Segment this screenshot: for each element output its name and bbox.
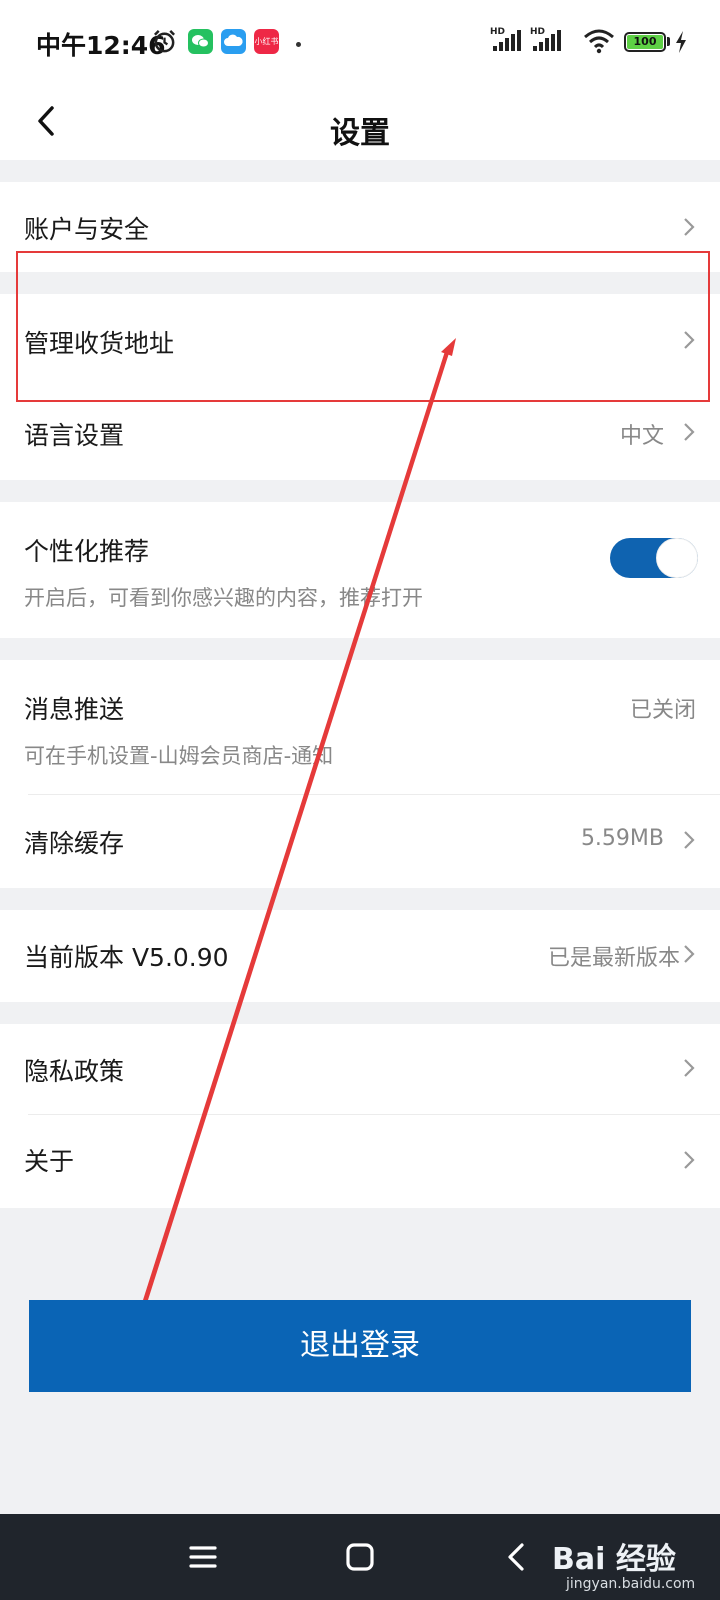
language-value: 中文 bbox=[619, 424, 664, 449]
wifi-icon bbox=[584, 29, 614, 54]
alarm-icon bbox=[154, 30, 175, 53]
signal-icon: HD bbox=[490, 27, 524, 55]
home-icon[interactable] bbox=[343, 1540, 377, 1574]
chevron-right-icon bbox=[684, 831, 695, 849]
chevron-right-icon bbox=[684, 1151, 695, 1169]
divider bbox=[28, 794, 720, 795]
battery-cap bbox=[667, 37, 670, 46]
battery-icon: 100 bbox=[624, 32, 666, 52]
personalized-toggle[interactable] bbox=[610, 538, 698, 578]
account-security-label: 账户与安全 bbox=[24, 215, 150, 244]
chevron-right-icon bbox=[684, 1059, 695, 1077]
chevron-right-icon bbox=[684, 218, 695, 236]
privacy-row[interactable]: 隐私政策 bbox=[0, 1024, 720, 1114]
personalized-description: 开启后，可看到你感兴趣的内容，推荐打开 bbox=[24, 586, 423, 610]
about-label: 关于 bbox=[24, 1147, 75, 1176]
cloud-app-icon bbox=[221, 29, 246, 54]
notifications-value: 已关闭 bbox=[629, 698, 696, 723]
version-row[interactable]: 当前版本 V5.0.90 已是最新版本 bbox=[0, 910, 720, 1002]
notifications-row[interactable]: 消息推送 已关闭 可在手机设置-山姆会员商店-通知 bbox=[0, 660, 720, 794]
language-label: 语言设置 bbox=[24, 421, 125, 450]
toggle-knob bbox=[656, 538, 698, 578]
charging-icon bbox=[676, 31, 686, 53]
notification-cache-section: 消息推送 已关闭 可在手机设置-山姆会员商店-通知 清除缓存 5.59MB bbox=[0, 660, 720, 888]
about-row[interactable]: 关于 bbox=[0, 1116, 720, 1208]
personalized-section: 个性化推荐 开启后，可看到你感兴趣的内容，推荐打开 bbox=[0, 502, 720, 638]
wechat-app-icon bbox=[188, 29, 213, 54]
notification-dot bbox=[296, 42, 301, 47]
back-nav-icon[interactable] bbox=[500, 1540, 534, 1574]
baidu-jingyan-watermark: Bai 经验 bbox=[552, 1542, 676, 1577]
watermark-url: jingyan.baidu.com bbox=[566, 1576, 696, 1592]
chevron-right-icon bbox=[684, 945, 695, 963]
privacy-about-section: 隐私政策 关于 bbox=[0, 1024, 720, 1208]
annotation-highlight-box bbox=[16, 251, 710, 402]
menu-icon[interactable] bbox=[186, 1540, 220, 1574]
battery-level: 100 bbox=[627, 35, 663, 49]
privacy-label: 隐私政策 bbox=[24, 1057, 125, 1086]
cache-size-value: 5.59MB bbox=[580, 826, 664, 851]
version-label: 当前版本 V5.0.90 bbox=[24, 943, 229, 972]
logout-button[interactable]: 退出登录 bbox=[29, 1300, 691, 1392]
xiaohongshu-app-icon: 小红书 bbox=[254, 29, 279, 54]
signal-icon-2: HD bbox=[530, 27, 564, 55]
personalized-label: 个性化推荐 bbox=[24, 537, 150, 566]
status-bar: 中午12:46 小红书 HD HD 100 bbox=[0, 0, 720, 86]
notifications-description: 可在手机设置-山姆会员商店-通知 bbox=[24, 744, 334, 768]
notifications-label: 消息推送 bbox=[24, 695, 125, 724]
version-status: 已是最新版本 bbox=[547, 946, 680, 971]
status-time: 中午12:46 bbox=[36, 31, 166, 60]
header: 设置 bbox=[0, 86, 720, 160]
page-title: 设置 bbox=[330, 116, 390, 151]
clear-cache-label: 清除缓存 bbox=[24, 829, 125, 858]
chevron-right-icon bbox=[684, 423, 695, 441]
divider bbox=[28, 1114, 720, 1115]
system-nav-bar: Bai 经验 jingyan.baidu.com bbox=[0, 1514, 720, 1600]
clear-cache-row[interactable]: 清除缓存 5.59MB bbox=[0, 796, 720, 888]
